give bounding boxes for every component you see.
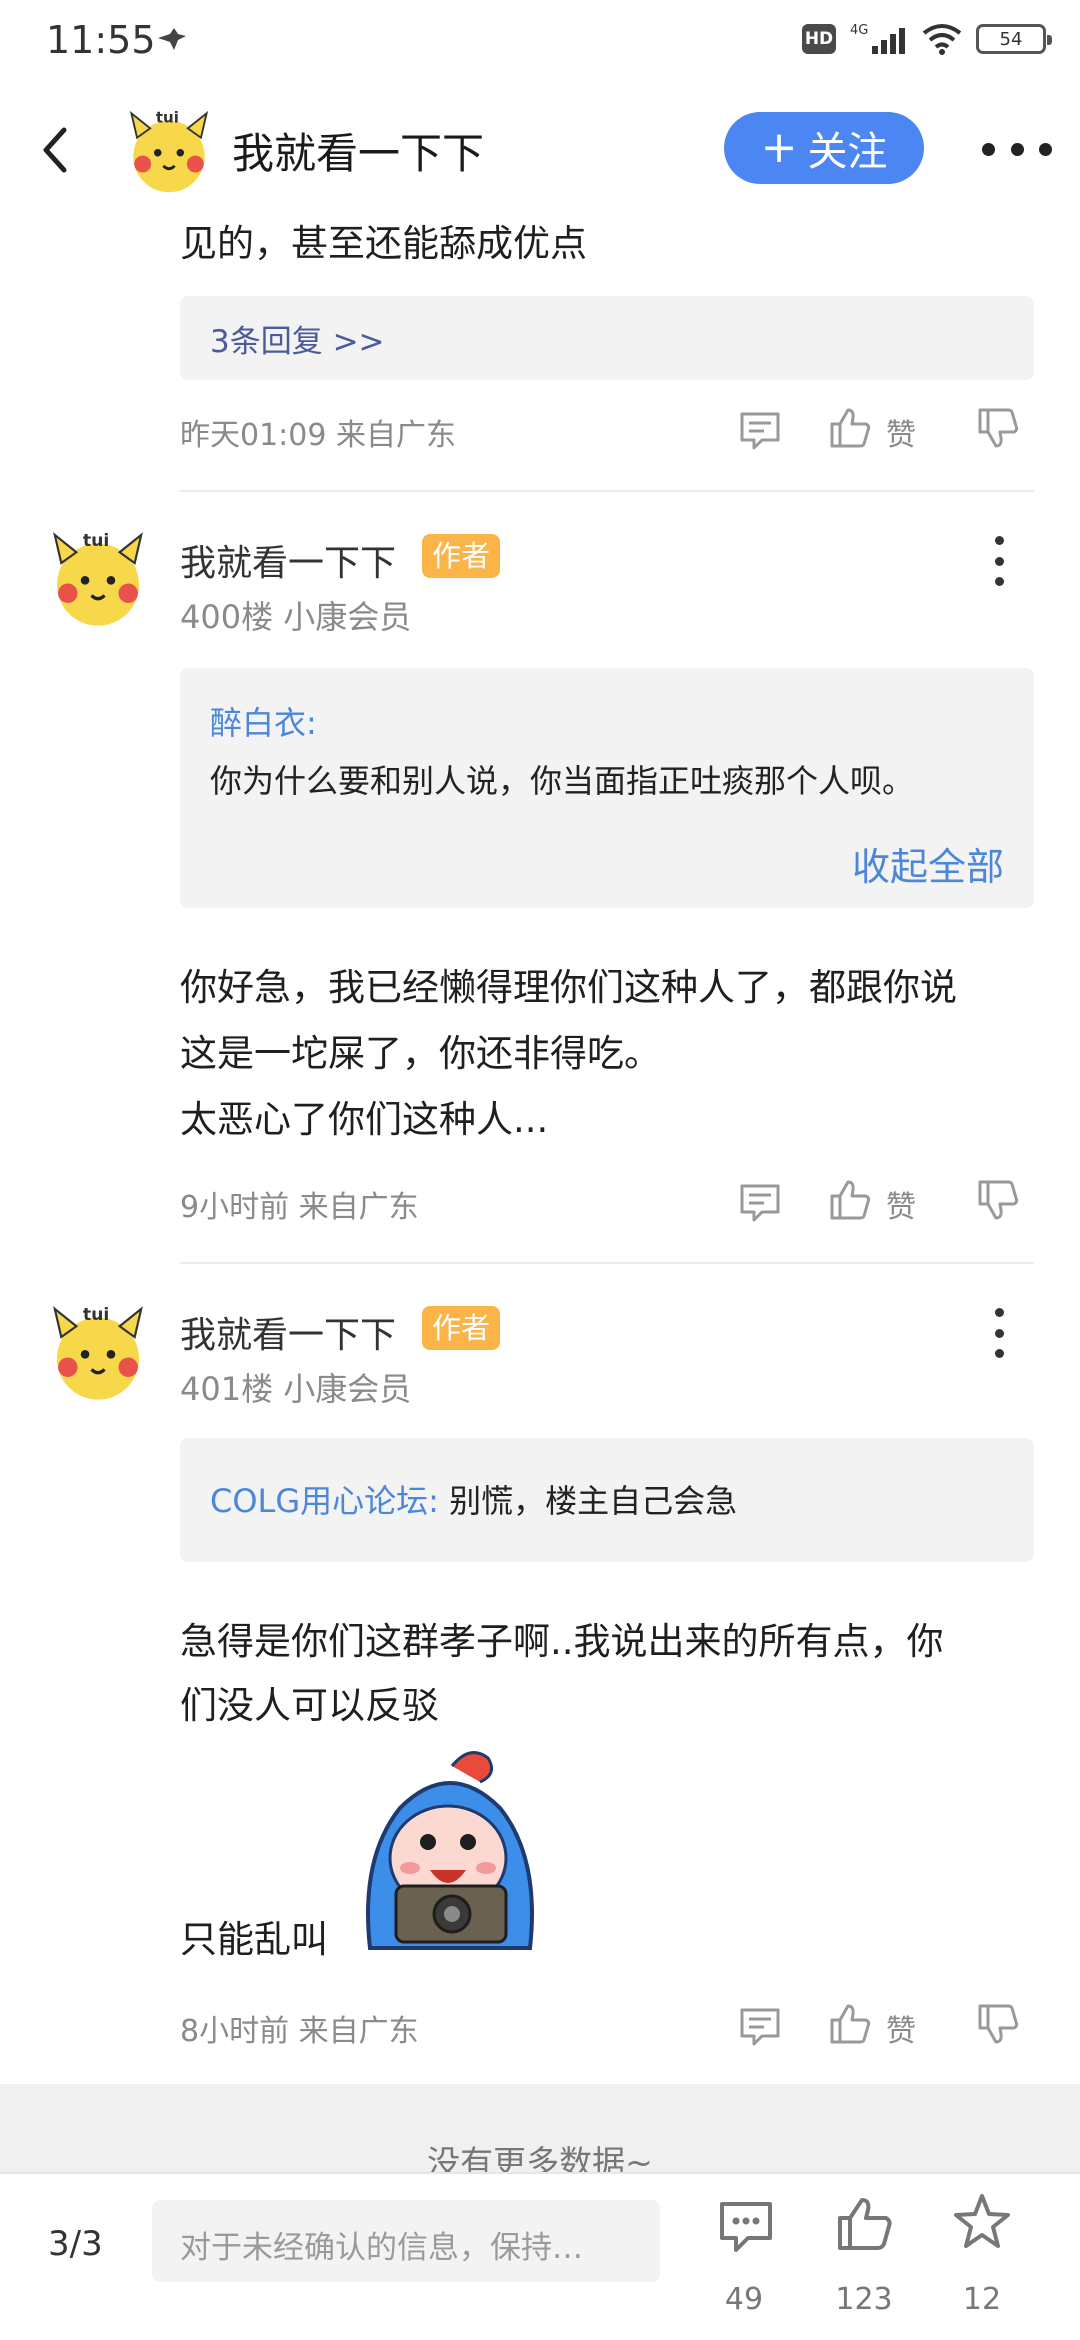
camera-sticker-image[interactable]: 咔 嚓	[340, 1738, 560, 1958]
divider	[180, 490, 1034, 492]
signal-icon: 4G	[850, 23, 905, 54]
comment-text-line: 们没人可以反驳	[180, 1684, 439, 1727]
avatar[interactable]: tui	[44, 522, 152, 630]
battery-icon: 54	[976, 24, 1052, 54]
status-right: HD 4G 54	[802, 22, 1052, 56]
comment-meta: 8小时前 来自广东	[180, 2014, 419, 2049]
quote-box[interactable]: COLG用心论坛: 别慌，楼主自己会急	[180, 1438, 1034, 1562]
comment-text-line: 只能乱叫	[180, 1918, 328, 1961]
sticker-text: 嚓	[500, 1752, 540, 1798]
like-icon[interactable]	[834, 2194, 894, 2254]
collapse-all-link[interactable]: 收起全部	[852, 836, 1004, 891]
top-nav: tui 我就看一下下 + 关注	[0, 84, 1080, 214]
like-count: 123	[835, 2282, 893, 2317]
comment-count: 49	[724, 2282, 764, 2317]
comment-menu-icon[interactable]	[992, 536, 1006, 586]
wifi-icon	[922, 24, 962, 55]
comment-input[interactable]: 对于未经确认的信息，保持…	[152, 2200, 660, 2282]
thumbs-down-icon[interactable]	[976, 1178, 1020, 1222]
svg-text:tui: tui	[83, 531, 109, 551]
comment-meta: 9小时前 来自广东	[180, 1190, 419, 1225]
quote-box[interactable]: 醉白衣: 你为什么要和别人说，你当面指正吐痰那个人呗。 收起全部	[180, 668, 1034, 908]
reply-icon[interactable]	[738, 408, 782, 452]
comment-actions: 赞	[738, 2000, 1028, 2050]
quote-author[interactable]: COLG用心论坛:	[210, 1482, 439, 1520]
comment-text-line: 见的，甚至还能舔成优点	[180, 222, 587, 265]
comment-text-line: 急得是你们这群孝子啊..我说出来的所有点，你	[180, 1620, 944, 1663]
star-count: 12	[962, 2282, 1002, 2317]
svg-text:tui: tui	[156, 109, 179, 127]
more-icon[interactable]	[982, 134, 1052, 164]
reply-icon[interactable]	[738, 1180, 782, 1224]
status-bar: 11:55 HD 4G 54	[0, 0, 1080, 84]
comment-text-line: 这是一坨屎了，你还非得吃。	[180, 1032, 661, 1075]
page-indicator[interactable]: 3/3	[48, 2224, 103, 2264]
comment-text-line: 太恶心了你们这种人...	[180, 1098, 549, 1141]
comment-menu-icon[interactable]	[992, 1308, 1006, 1358]
plus-icon: +	[760, 122, 798, 173]
author-name[interactable]: 我就看一下下	[180, 1306, 396, 1358]
comment-icon[interactable]	[716, 2196, 776, 2256]
svg-text:tui: tui	[83, 1305, 109, 1325]
thumbs-down-icon[interactable]	[976, 2002, 1020, 2046]
comment-meta: 昨天01:09 来自广东	[180, 418, 456, 453]
like-label[interactable]: 赞	[886, 1182, 916, 1226]
replies-link[interactable]: 3条回复 >>	[210, 316, 385, 361]
header-avatar[interactable]: tui	[122, 102, 216, 196]
bottom-bar: 3/3 对于未经确认的信息，保持… 49 123 12	[0, 2172, 1080, 2340]
author-tag: 作者	[422, 1306, 501, 1350]
replies-box[interactable]: 3条回复 >>	[180, 296, 1034, 380]
author-tag: 作者	[422, 534, 501, 578]
quote-text: 你为什么要和别人说，你当面指正吐痰那个人呗。	[210, 762, 915, 800]
hd-badge: HD	[802, 24, 836, 54]
follow-label: 关注	[807, 129, 888, 175]
quote-author[interactable]: 醉白衣:	[210, 698, 317, 744]
sticker-text: 咔	[354, 1756, 394, 1802]
floor-info: 401楼 小康会员	[180, 1370, 412, 1408]
star-icon[interactable]	[952, 2192, 1012, 2252]
floor-info: 400楼 小康会员	[180, 598, 412, 636]
quote-text: 别慌，楼主自己会急	[438, 1482, 738, 1520]
avatar[interactable]: tui	[44, 1296, 152, 1404]
like-label[interactable]: 赞	[886, 410, 916, 454]
reply-icon[interactable]	[738, 2004, 782, 2048]
follow-button[interactable]: + 关注	[724, 112, 924, 184]
notification-bird-icon	[158, 28, 186, 50]
comment-actions: 赞	[738, 1176, 1028, 1226]
thumbs-down-icon[interactable]	[976, 406, 1020, 450]
thumbs-up-icon[interactable]	[828, 406, 872, 450]
status-time: 11:55	[46, 18, 156, 62]
like-label[interactable]: 赞	[886, 2006, 916, 2050]
network-type: 4G	[850, 23, 868, 38]
back-arrow-icon[interactable]	[32, 120, 76, 180]
thumbs-up-icon[interactable]	[828, 2002, 872, 2046]
author-name[interactable]: 我就看一下下	[180, 534, 396, 586]
comment-actions: 赞	[738, 404, 1028, 454]
header-title[interactable]: 我就看一下下	[232, 120, 484, 181]
divider	[180, 1262, 1034, 1264]
thumbs-up-icon[interactable]	[828, 1178, 872, 1222]
battery-level: 54	[999, 28, 1023, 50]
comment-text-line: 你好急，我已经懒得理你们这种人了，都跟你说	[180, 966, 957, 1009]
